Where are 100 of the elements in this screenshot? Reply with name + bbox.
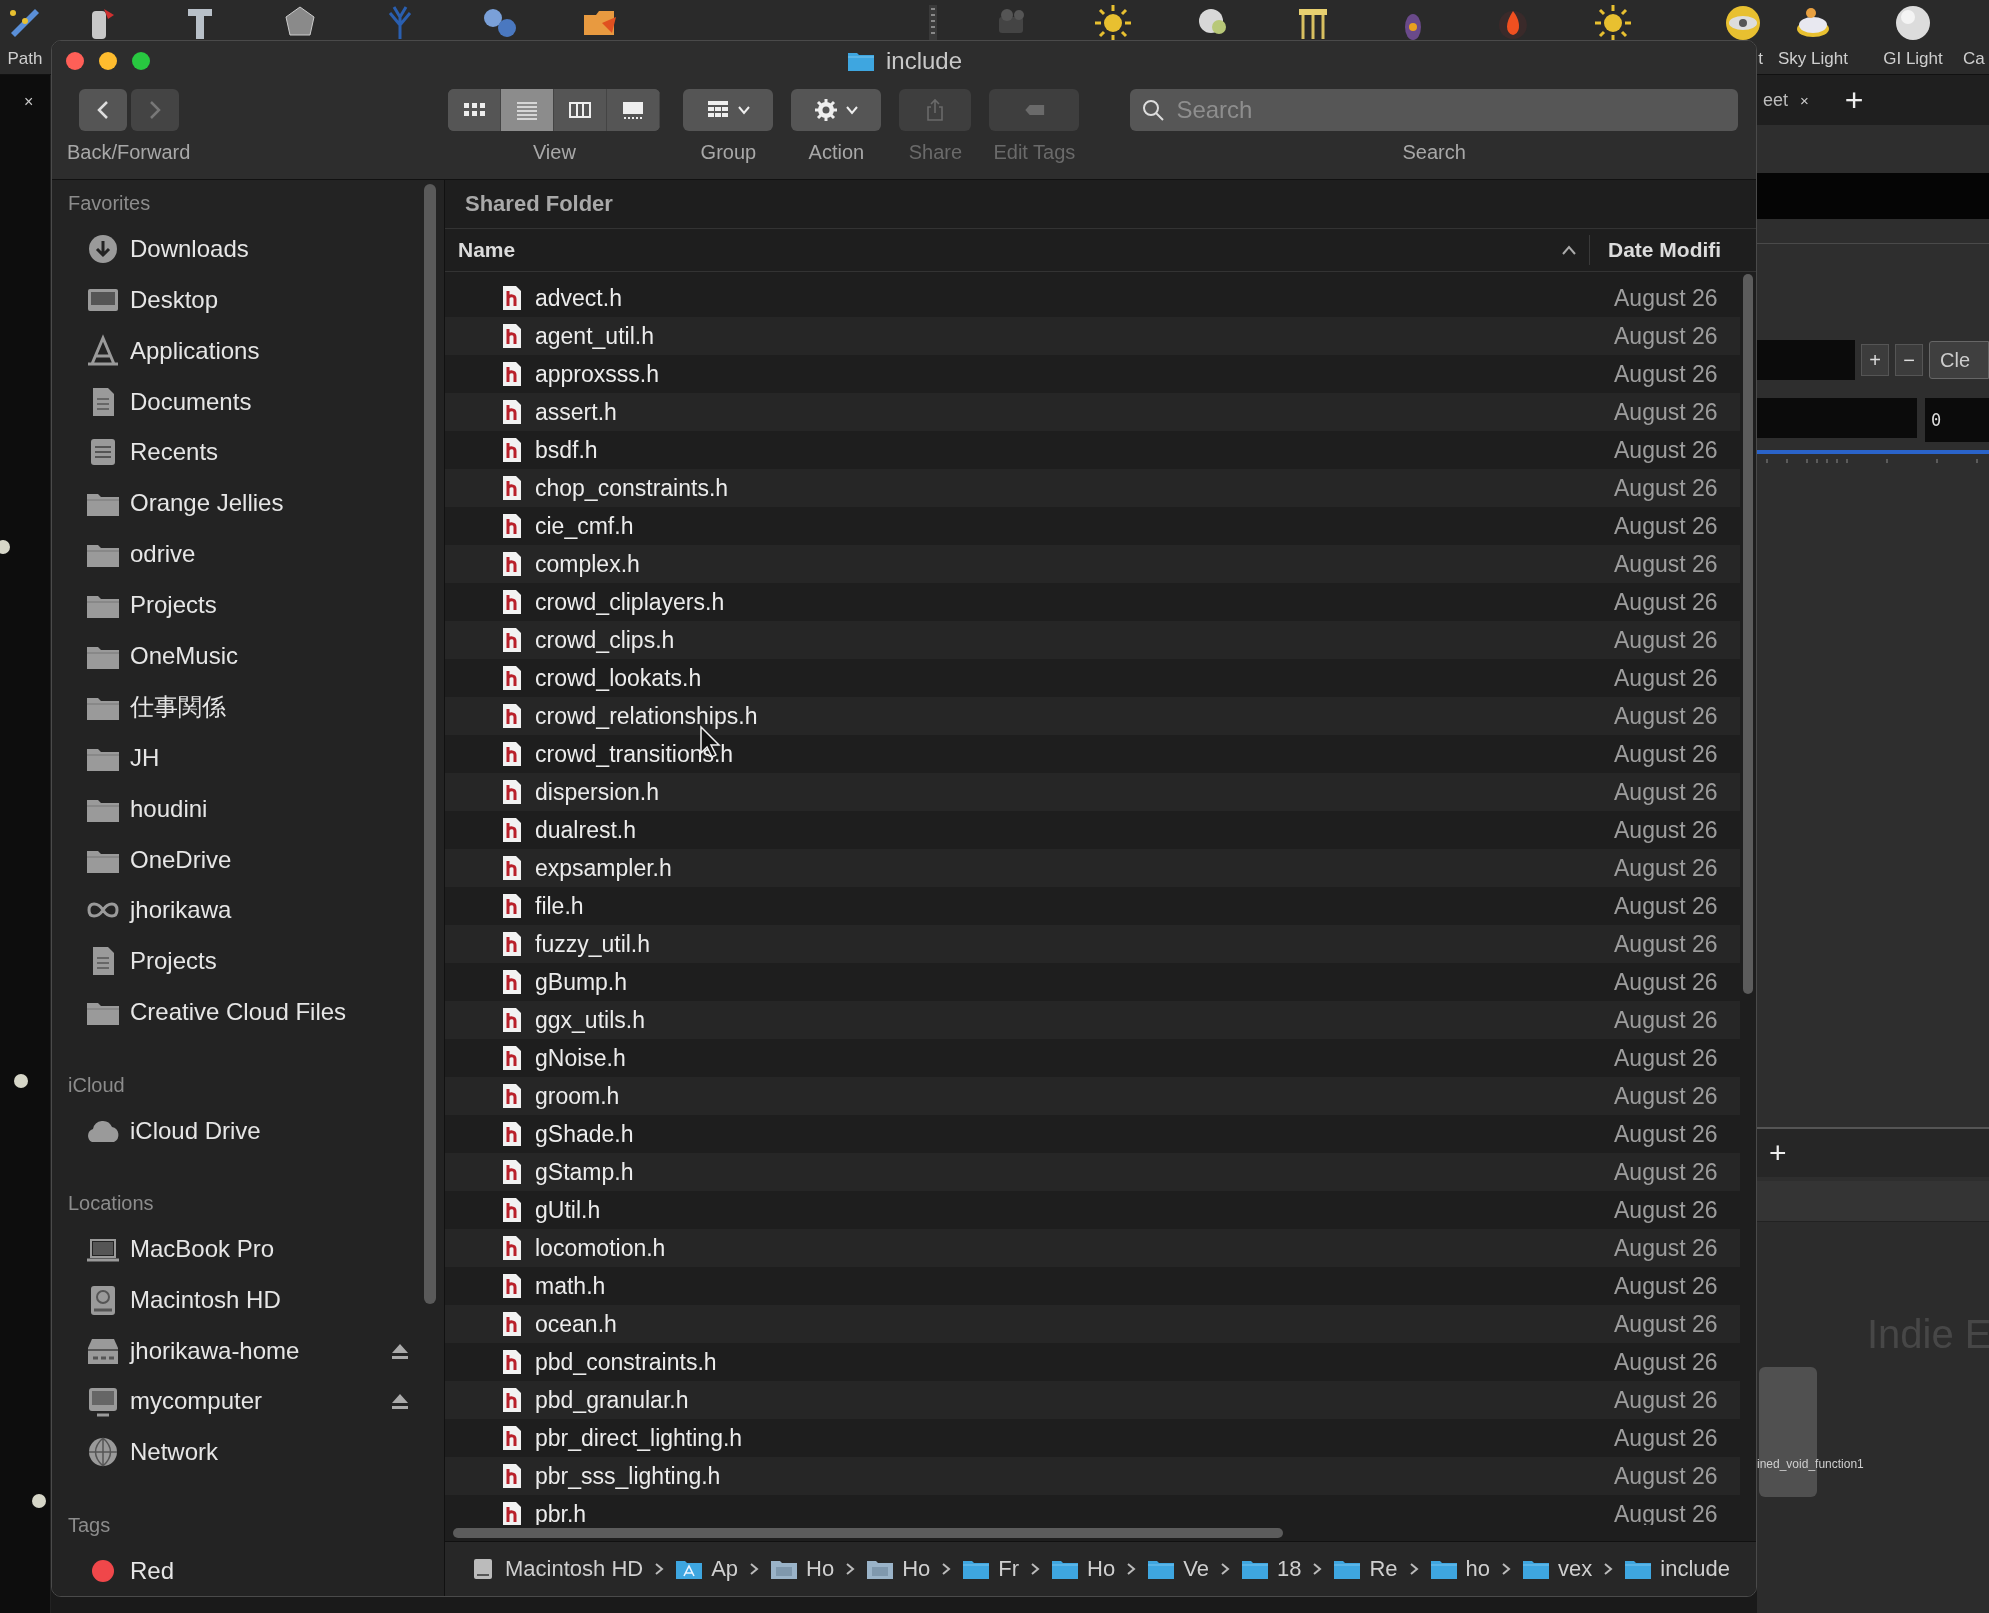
value-field[interactable]: 0 (1925, 398, 1989, 442)
path-item[interactable]: Fr (962, 1556, 1020, 1582)
column-header[interactable]: Name (445, 235, 1590, 265)
path-item[interactable]: include (1624, 1556, 1730, 1582)
close-button[interactable] (66, 52, 84, 70)
sidebar-item[interactable]: Downloads (68, 223, 424, 275)
sidebar-item[interactable]: OneDrive (68, 834, 424, 885)
sidebar-item[interactable]: jhorikawa-home (68, 1325, 424, 1377)
pane-tab[interactable]: eet (1763, 89, 1789, 111)
sidebar-item[interactable]: Creative Cloud Files (68, 986, 424, 1038)
search-field[interactable]: Search (1130, 89, 1738, 131)
sidebar-item[interactable]: JH (68, 732, 424, 784)
file-name[interactable]: locomotion.h (535, 1234, 1614, 1262)
file-name[interactable]: groom.h (535, 1082, 1614, 1110)
input-field[interactable] (1757, 398, 1917, 438)
group-button[interactable] (683, 89, 774, 131)
scrollbar-thumb[interactable] (424, 184, 436, 1304)
file-name[interactable]: math.h (535, 1272, 1614, 1300)
file-name[interactable]: gNoise.h (535, 1044, 1614, 1072)
file-name[interactable]: gBump.h (535, 968, 1614, 996)
sidebar-item[interactable]: OneMusic (68, 630, 424, 682)
document-icon (501, 437, 523, 463)
date-modified: August 26 (1614, 1386, 1719, 1414)
file-name[interactable]: dispersion.h (535, 778, 1614, 806)
sidebar-item[interactable]: Documents (68, 376, 424, 427)
sidebar-item[interactable]: Orange Jellies (68, 477, 424, 529)
sidebar-item[interactable]: Macintosh HD (68, 1274, 424, 1326)
input-field[interactable] (1757, 340, 1855, 380)
sidebar-item[interactable]: mycomputer (68, 1376, 424, 1427)
sidebar-item[interactable]: Desktop (68, 274, 424, 326)
file-name[interactable]: ocean.h (535, 1310, 1614, 1338)
view-mode-button[interactable] (448, 89, 502, 131)
document-icon (501, 1235, 523, 1261)
column-header[interactable]: Date Modifi (1590, 238, 1756, 262)
parameter-button[interactable]: + (1861, 344, 1889, 376)
chevron-right-icon (1029, 1562, 1042, 1576)
path-item[interactable]: Ho (866, 1556, 931, 1582)
file-name[interactable]: file.h (535, 892, 1614, 920)
sidebar-item[interactable]: Network (68, 1426, 424, 1478)
file-name[interactable]: gUtil.h (535, 1196, 1614, 1224)
sidebar-item[interactable]: MacBook Pro (68, 1223, 424, 1275)
sidebar-item[interactable]: Projects (68, 935, 424, 987)
file-name[interactable]: crowd_transitions.h (535, 740, 1614, 768)
file-name[interactable]: pbd_granular.h (535, 1386, 1614, 1414)
file-name[interactable]: bsdf.h (535, 436, 1614, 464)
file-name[interactable]: approxsss.h (535, 360, 1614, 388)
document-icon (501, 1007, 523, 1033)
file-name[interactable]: pbr_sss_lighting.h (535, 1462, 1614, 1490)
document-icon (501, 285, 523, 311)
file-name[interactable]: complex.h (535, 550, 1614, 578)
path-item[interactable]: Macintosh HD (469, 1556, 644, 1582)
clear-button[interactable]: Cle (1929, 341, 1989, 379)
path-item[interactable]: ho (1429, 1556, 1490, 1582)
sidebar-item[interactable]: jhorikawa (68, 885, 424, 936)
file-name[interactable]: advect.h (535, 284, 1614, 312)
file-name[interactable]: assert.h (535, 398, 1614, 426)
file-name[interactable]: gStamp.h (535, 1158, 1614, 1186)
file-name[interactable]: pbd_constraints.h (535, 1348, 1614, 1376)
path-item[interactable]: Re (1333, 1556, 1398, 1582)
sidebar-item[interactable]: Red (68, 1545, 424, 1596)
file-name[interactable]: crowd_lookats.h (535, 664, 1614, 692)
close-icon[interactable]: × (24, 93, 50, 111)
path-item[interactable]: vex (1522, 1556, 1593, 1582)
scrollbar-thumb[interactable] (453, 1528, 1283, 1538)
scrollbar-thumb[interactable] (1743, 274, 1753, 994)
sidebar-item[interactable]: houdini (68, 783, 424, 835)
file-name[interactable]: gShade.h (535, 1120, 1614, 1148)
file-name[interactable]: dualrest.h (535, 816, 1614, 844)
path-item[interactable]: Ho (770, 1556, 835, 1582)
document-icon (501, 1501, 523, 1525)
sidebar-item[interactable]: Recents (68, 426, 424, 478)
sidebar-item[interactable]: iCloud Drive (68, 1105, 424, 1156)
file-name[interactable]: agent_util.h (535, 322, 1614, 350)
sidebar-item[interactable]: Applications (68, 325, 424, 377)
file-name[interactable]: crowd_cliplayers.h (535, 588, 1614, 616)
path-item[interactable]: 18 (1240, 1556, 1302, 1582)
file-name[interactable]: expsampler.h (535, 854, 1614, 882)
search-input[interactable]: Search (1174, 95, 1738, 125)
path-item[interactable]: Ap (675, 1556, 739, 1582)
action-button[interactable] (791, 89, 882, 131)
back-button[interactable] (78, 89, 127, 131)
close-icon[interactable]: × (1800, 91, 1809, 109)
file-name[interactable]: chop_constraints.h (535, 474, 1614, 502)
file-name[interactable]: crowd_relationships.h (535, 702, 1614, 730)
file-name[interactable]: crowd_clips.h (535, 626, 1614, 654)
sidebar-item[interactable]: Projects (68, 579, 424, 631)
file-name[interactable]: fuzzy_util.h (535, 930, 1614, 958)
zoom-button[interactable] (132, 52, 150, 70)
add-button[interactable]: + (1769, 1136, 1787, 1170)
view-mode-button[interactable] (501, 89, 555, 131)
path-item[interactable]: Ve (1147, 1556, 1209, 1582)
file-name[interactable]: cie_cmf.h (535, 512, 1614, 540)
add-tab-button[interactable]: + (1844, 84, 1864, 116)
path-item[interactable]: Ho (1051, 1556, 1116, 1582)
file-name[interactable]: pbr_direct_lighting.h (535, 1424, 1614, 1452)
sidebar-item[interactable]: odrive (68, 528, 424, 580)
minimize-button[interactable] (99, 52, 117, 70)
parameter-button[interactable]: − (1895, 344, 1923, 376)
sidebar-item[interactable]: 仕事関係 (68, 681, 424, 733)
file-name[interactable]: ggx_utils.h (535, 1006, 1614, 1034)
